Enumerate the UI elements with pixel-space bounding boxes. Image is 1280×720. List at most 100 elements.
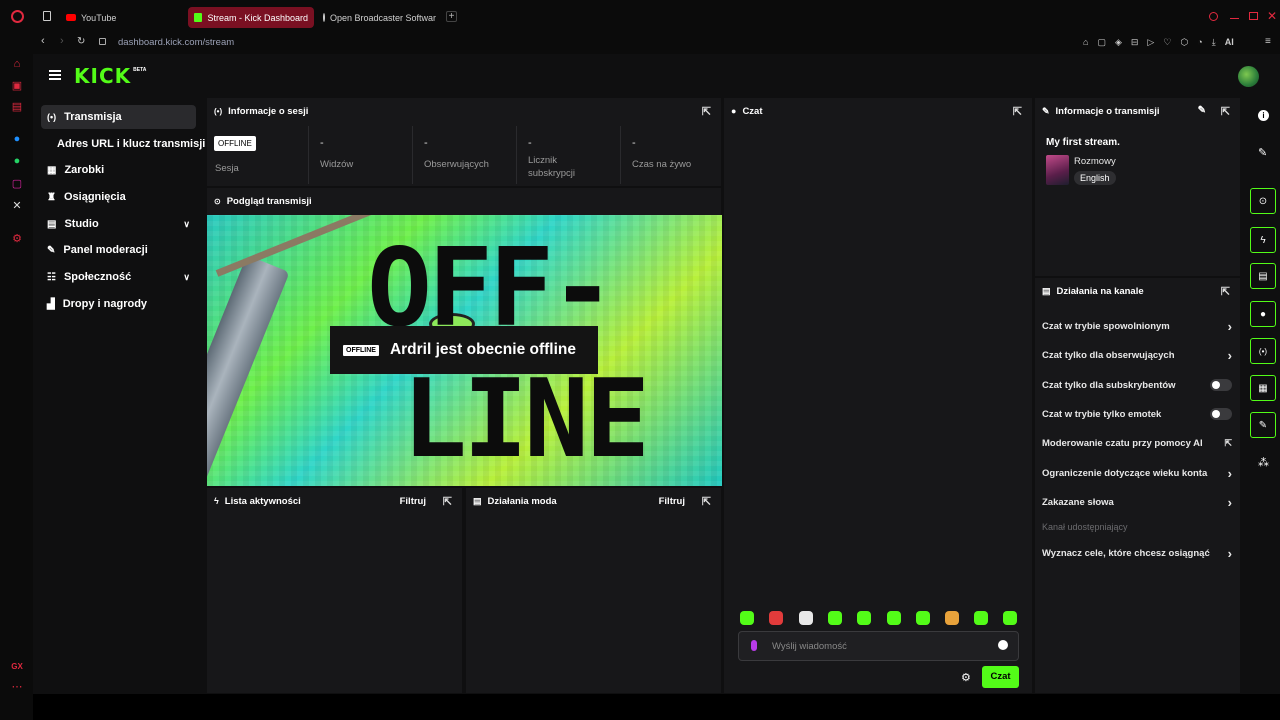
nav-label: Osiągnięcia	[63, 191, 126, 203]
stat-value: -	[528, 137, 532, 149]
rail-notes-button[interactable]: ▤	[1250, 263, 1276, 289]
category-thumbnail[interactable]	[1046, 155, 1069, 185]
snapshot-icon[interactable]: ▢	[1097, 37, 1106, 48]
home-icon[interactable]: ⌂	[11, 58, 23, 70]
channel-action-ai-moderation[interactable]: Moderowanie czatu przy pomocy AI ⇱	[1042, 435, 1232, 451]
emote-icon[interactable]	[945, 611, 959, 625]
search-tabs-icon[interactable]	[1209, 12, 1218, 21]
emote-icon[interactable]	[887, 611, 901, 625]
popout-icon[interactable]: ⇱	[702, 495, 711, 508]
player-icon[interactable]: ▤	[11, 100, 23, 113]
nav-item-studio[interactable]: ▤ Studio ∨	[41, 212, 196, 236]
chat-settings-icon[interactable]: ⚙	[961, 671, 971, 684]
channel-action-slow-mode[interactable]: Czat w trybie spowolnionym ›	[1042, 318, 1232, 334]
nav-item-spolecznosc[interactable]: ☷ Społeczność ∨	[41, 265, 196, 289]
x-icon[interactable]: ✕	[11, 199, 23, 212]
forward-icon[interactable]: ›	[60, 35, 64, 47]
tab-obs[interactable]: Open Broadcaster Softwar	[317, 7, 439, 28]
emote-icon[interactable]	[916, 611, 930, 625]
more-icon[interactable]: ⋯	[11, 680, 23, 693]
filter-button[interactable]: Filtruj	[400, 496, 426, 507]
emote-icon[interactable]	[828, 611, 842, 625]
microphone-icon[interactable]	[751, 640, 757, 651]
subs-only-toggle[interactable]	[1210, 379, 1232, 391]
channel-action-banned-words[interactable]: Zakazane słowa ›	[1042, 494, 1232, 510]
downloads-icon[interactable]: ⤓	[1212, 37, 1216, 48]
pencil-icon[interactable]: ✎	[1258, 146, 1267, 159]
emote-icon[interactable]	[740, 611, 754, 625]
channel-action-account-age[interactable]: Ograniczenie dotyczące wieku konta ›	[1042, 465, 1232, 481]
integrations-icon[interactable]: ⁂	[1258, 456, 1269, 469]
emote-icon[interactable]	[974, 611, 988, 625]
nav-item-transmisja[interactable]: (•) Transmisja	[41, 105, 196, 129]
tab-overview-icon[interactable]	[43, 11, 51, 21]
info-icon[interactable]: i	[1258, 110, 1269, 121]
twitch-icon[interactable]: ▣	[11, 79, 23, 92]
popout-icon[interactable]: ⇱	[443, 495, 452, 508]
emote-icon[interactable]	[857, 611, 871, 625]
menu-icon[interactable]: ≡	[1265, 36, 1271, 47]
rail-layout-button[interactable]: ▦	[1250, 375, 1276, 401]
trophy-icon: ♜	[47, 191, 56, 203]
avatar[interactable]	[1238, 66, 1259, 87]
url-field[interactable]: dashboard.kick.com/stream	[118, 37, 234, 48]
offline-art-bottom: LINE	[402, 357, 650, 482]
instagram-icon[interactable]: ▢	[11, 177, 23, 190]
chat-send-button[interactable]: Czat	[982, 666, 1019, 688]
nav-item-panel-moderacji[interactable]: ✎ Panel moderacji	[41, 238, 196, 262]
extensions-icon[interactable]: ⬡	[1180, 37, 1188, 48]
messenger-icon[interactable]: ●	[11, 133, 23, 145]
popout-icon[interactable]: ⇱	[1013, 105, 1022, 118]
bookmark-icon[interactable]: ⌂	[1083, 37, 1088, 48]
new-tab-button[interactable]: +	[446, 11, 457, 22]
kick-logo[interactable]: KICK BETA	[74, 64, 146, 88]
filter-button[interactable]: Filtruj	[659, 496, 685, 507]
popout-icon[interactable]: ⇱	[1221, 105, 1230, 118]
edit-icon[interactable]: ✎	[1198, 105, 1206, 116]
emote-icon[interactable]	[769, 611, 783, 625]
stream-preview-image[interactable]: OFF- LINE OFFLINE Ardril jest obecnie of…	[207, 215, 722, 486]
channel-action-goals[interactable]: Wyznacz cele, które chcesz osiągnąć ›	[1042, 545, 1232, 561]
nav-item-stream-key[interactable]: Adres URL i klucz transmisji	[51, 132, 216, 156]
category-name[interactable]: Rozmowy	[1074, 156, 1116, 167]
nav-item-zarobki[interactable]: ▦ Zarobki	[41, 158, 196, 182]
gx-label[interactable]: GX	[11, 660, 23, 672]
channel-action-subs-only[interactable]: Czat tylko dla subskrybentów	[1042, 377, 1232, 393]
heart-icon[interactable]: ♡	[1163, 37, 1171, 48]
rail-tools-button[interactable]: ✎	[1250, 412, 1276, 438]
panel-header: ▤ Działania na kanale ⇱	[1035, 278, 1240, 304]
rail-broadcast-button[interactable]: (•)	[1250, 338, 1276, 364]
rail-chat-button[interactable]: ●	[1250, 301, 1276, 327]
tab-kick-dashboard[interactable]: Stream - Kick Dashboard	[188, 7, 314, 28]
tab-youtube[interactable]: YouTube	[60, 7, 184, 28]
whatsapp-icon[interactable]: ●	[11, 155, 23, 167]
back-icon[interactable]: ‹	[41, 35, 45, 47]
emote-only-toggle[interactable]	[1210, 408, 1232, 420]
minimize-button[interactable]	[1230, 18, 1239, 19]
emote-icon[interactable]	[1003, 611, 1017, 625]
rail-activity-button[interactable]: ϟ	[1250, 227, 1276, 253]
chat-input[interactable]: Wyślij wiadomość	[738, 631, 1019, 661]
reload-icon[interactable]: ↻	[77, 36, 85, 47]
shield-icon[interactable]: ◈	[1115, 37, 1122, 48]
rail-preview-button[interactable]: ⊙	[1250, 188, 1276, 214]
ai-icon[interactable]: AI	[1225, 37, 1234, 48]
channel-action-emote-only[interactable]: Czat w trybie tylko emotek	[1042, 406, 1232, 422]
lightning-icon: ϟ	[214, 496, 219, 506]
nav-item-osiagniecia[interactable]: ♜ Osiągnięcia	[41, 185, 196, 209]
user-icon[interactable]: ◔	[1197, 37, 1202, 48]
popout-icon[interactable]: ⇱	[702, 105, 711, 118]
emoji-icon[interactable]	[998, 640, 1008, 650]
channel-action-followers-only[interactable]: Czat tylko dla obserwujących ›	[1042, 347, 1232, 363]
close-window-button[interactable]: ✕	[1267, 9, 1277, 23]
nav-item-dropy[interactable]: ▟ Dropy i nagrody	[41, 292, 196, 316]
play-icon[interactable]: ▷	[1147, 37, 1154, 48]
download-page-icon[interactable]: ⊟	[1131, 37, 1139, 48]
settings-icon[interactable]: ⚙	[11, 232, 23, 245]
opera-logo-icon[interactable]	[11, 10, 24, 23]
mod-actions-panel: ▤ Działania moda Filtruj ⇱	[466, 488, 721, 693]
restore-button[interactable]	[1249, 12, 1258, 20]
action-label: Czat tylko dla obserwujących	[1042, 349, 1175, 361]
emote-icon[interactable]	[799, 611, 813, 625]
popout-icon[interactable]: ⇱	[1221, 285, 1230, 298]
